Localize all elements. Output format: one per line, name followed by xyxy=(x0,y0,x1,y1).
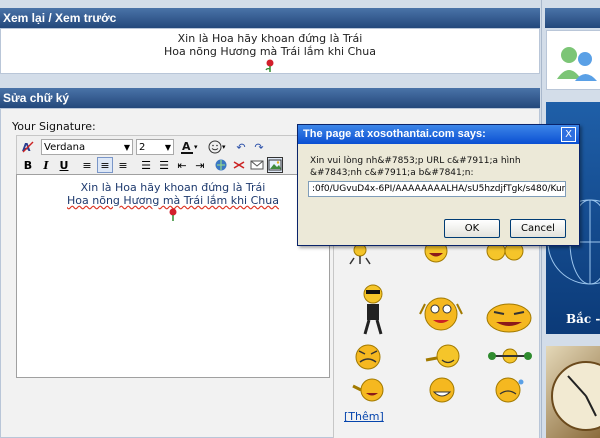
messenger-users-icon[interactable] xyxy=(546,30,600,90)
preview-line-1: Xin là Hoa hãy khoan đứng là Trái xyxy=(177,32,363,45)
font-select[interactable]: Verdana ▼ xyxy=(41,139,133,155)
edit-section-title: Sửa chữ ký xyxy=(0,88,540,108)
bold-icon[interactable]: B xyxy=(20,157,36,173)
dumbbell-smiley-icon[interactable] xyxy=(486,344,534,368)
preview-box: Xin là Hoa hãy khoan đứng là Trái Hoa nõ… xyxy=(0,28,540,74)
align-center-icon[interactable]: ≡ xyxy=(97,157,113,173)
smilies-panel xyxy=(333,232,539,438)
clock-image[interactable] xyxy=(546,346,600,438)
cancel-button[interactable]: Cancel xyxy=(510,219,566,238)
outdent-icon[interactable]: ⇤ xyxy=(174,157,190,173)
underline-icon[interactable]: U xyxy=(56,157,72,173)
silly-smiley-icon[interactable] xyxy=(416,294,466,334)
editor-line-2: Hoa nõng Hương mà Trái lắm khi Chua xyxy=(67,194,279,207)
svg-text:▾: ▾ xyxy=(194,143,198,151)
unordered-list-icon[interactable]: ☰ xyxy=(156,157,172,173)
svg-text:▾: ▾ xyxy=(222,143,226,151)
redo-icon[interactable]: ↷ xyxy=(251,139,267,155)
editor-line-1: Xin là Hoa hãy khoan đứng là Trái xyxy=(80,181,266,194)
remove-link-icon[interactable] xyxy=(231,157,247,173)
rose-icon xyxy=(1,59,539,76)
text-color-icon[interactable]: A ▾ xyxy=(180,139,200,155)
preview-line-2: Hoa nõng Hương mà Trái lắm khi Chua xyxy=(164,45,376,58)
url-prompt-dialog: The page at xosothantai.com says: X Xin … xyxy=(297,124,580,246)
sidebar-header-bar xyxy=(545,8,600,28)
align-left-icon[interactable]: ≡ xyxy=(79,157,95,173)
insert-link-icon[interactable] xyxy=(213,157,229,173)
punk-smiley-icon[interactable] xyxy=(356,280,390,336)
ordered-list-icon[interactable]: ☰ xyxy=(138,157,154,173)
editor-toolbar: A Verdana ▼ 2 ▼ A ▾ ▾ ↶ ↷ B I U ≡ ≡ ≡ ☰ ☰ ⇤… xyxy=(16,135,330,175)
lottery-banner-text: Bắc - xyxy=(566,312,600,326)
pointing-smiley-icon[interactable] xyxy=(424,342,464,372)
dialog-message: Xin vui lòng nh&#7853;p URL c&#7911;a hì… xyxy=(310,156,521,178)
svg-text:A: A xyxy=(182,140,191,153)
chevron-down-icon: ▼ xyxy=(123,142,130,152)
close-button[interactable]: X xyxy=(561,127,576,142)
undo-icon[interactable]: ↶ xyxy=(233,139,249,155)
insert-email-icon[interactable] xyxy=(249,157,265,173)
dialog-title: The page at xosothantai.com says: xyxy=(298,125,579,144)
insert-image-icon[interactable] xyxy=(267,157,283,173)
more-smilies-link[interactable]: [Thêm] xyxy=(344,410,384,423)
align-right-icon[interactable]: ≡ xyxy=(115,157,131,173)
ok-button[interactable]: OK xyxy=(444,219,500,238)
rose-icon xyxy=(17,208,329,225)
waving-smiley-icon[interactable] xyxy=(350,376,390,404)
remove-format-icon[interactable]: A xyxy=(20,139,36,155)
italic-icon[interactable]: I xyxy=(38,157,54,173)
angry-smiley-icon[interactable] xyxy=(350,342,386,372)
url-input[interactable]: :0f0/UGvuD4x-6PI/AAAAAAAALHA/sU5hzdjfTgk… xyxy=(308,181,566,197)
preview-section-title: Xem lại / Xem trước xyxy=(0,8,540,28)
smiley-icon[interactable]: ▾ xyxy=(207,139,229,155)
signature-editor[interactable]: Xin là Hoa hãy khoan đứng là Trái Hoa nõ… xyxy=(16,174,330,378)
indent-icon[interactable]: ⇥ xyxy=(192,157,208,173)
grinning-smiley-icon[interactable] xyxy=(422,376,462,404)
size-select-value: 2 xyxy=(139,141,146,153)
chevron-down-icon: ▼ xyxy=(164,142,171,152)
font-select-value: Verdana xyxy=(44,141,86,153)
signature-label: Your Signature: xyxy=(12,120,96,133)
crying-smiley-icon[interactable] xyxy=(482,300,536,336)
size-select[interactable]: 2 ▼ xyxy=(136,139,174,155)
sweating-smiley-icon[interactable] xyxy=(488,376,528,404)
